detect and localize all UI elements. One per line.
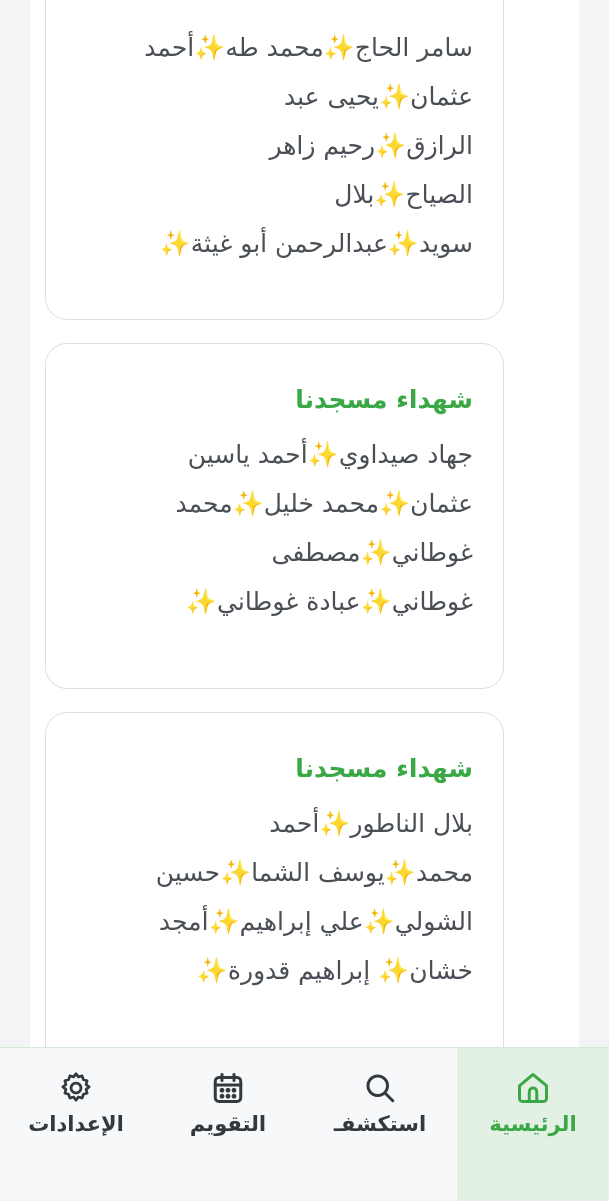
post-line: الرازق✨رحيم زاهر xyxy=(269,131,473,160)
home-icon xyxy=(518,1073,548,1103)
tab-calendar[interactable]: التقويم xyxy=(152,1048,304,1201)
tab-explore-label: استكشفـ xyxy=(333,1112,427,1136)
post-body: جهاد صيداوي✨أحمد ياسين عثمان✨محمد خليل✨م… xyxy=(66,430,473,626)
tab-settings[interactable]: الإعدادات xyxy=(0,1048,152,1201)
post-line: جهاد صيداوي✨أحمد ياسين xyxy=(187,440,473,469)
post-line: الشولي✨علي إبراهيم✨أمجد xyxy=(158,907,473,936)
post-line: محمد✨يوسف الشما✨حسين xyxy=(155,858,473,887)
tab-calendar-label: التقويم xyxy=(189,1112,267,1136)
post-line: عثمان✨يحيى عبد xyxy=(283,82,473,111)
tab-home[interactable]: الرئيسية xyxy=(457,1048,609,1201)
post-body: سامر الحاج✨محمد طه✨أحمد عثمان✨يحيى عبد ا… xyxy=(66,0,473,268)
post-line: بلال الناطور✨أحمد xyxy=(269,809,473,838)
tab-settings-label: الإعدادات xyxy=(28,1112,124,1136)
post-card[interactable]: سامر الحاج✨محمد طه✨أحمد عثمان✨يحيى عبد ا… xyxy=(45,0,504,320)
search-icon xyxy=(366,1074,395,1103)
post-line: سامر الحاج✨محمد طه✨أحمد xyxy=(144,33,473,62)
post-card[interactable]: شهداء مسجدنا بلال الناطور✨أحمد محمد✨يوسف… xyxy=(45,712,504,1072)
post-title: شهداء مسجدنا xyxy=(295,385,473,414)
post-line: عثمان✨محمد خليل✨محمد xyxy=(175,489,473,518)
post-line: غوطاني✨مصطفى xyxy=(271,538,474,567)
calendar-icon xyxy=(213,1073,243,1103)
post-title: شهداء مسجدنا xyxy=(295,754,473,783)
gear-icon xyxy=(61,1072,91,1102)
post-line: الصياح✨بلال xyxy=(334,180,473,209)
post-line: غوطاني✨عبادة غوطاني✨ xyxy=(185,587,473,616)
post-card[interactable]: شهداء مسجدنا جهاد صيداوي✨أحمد ياسين عثما… xyxy=(45,343,504,689)
bottom-tab-bar: الرئيسية استكشفـ التقويم الإعدادات xyxy=(0,1047,609,1201)
post-line: سويد✨عبدالرحمن أبو غيثة✨ xyxy=(159,229,473,258)
post-body: بلال الناطور✨أحمد محمد✨يوسف الشما✨حسين ا… xyxy=(66,799,473,995)
post-line: خشان✨ إبراهيم قدورة✨ xyxy=(196,956,473,985)
tab-explore[interactable]: استكشفـ xyxy=(304,1048,456,1201)
tab-home-label: الرئيسية xyxy=(489,1112,577,1136)
